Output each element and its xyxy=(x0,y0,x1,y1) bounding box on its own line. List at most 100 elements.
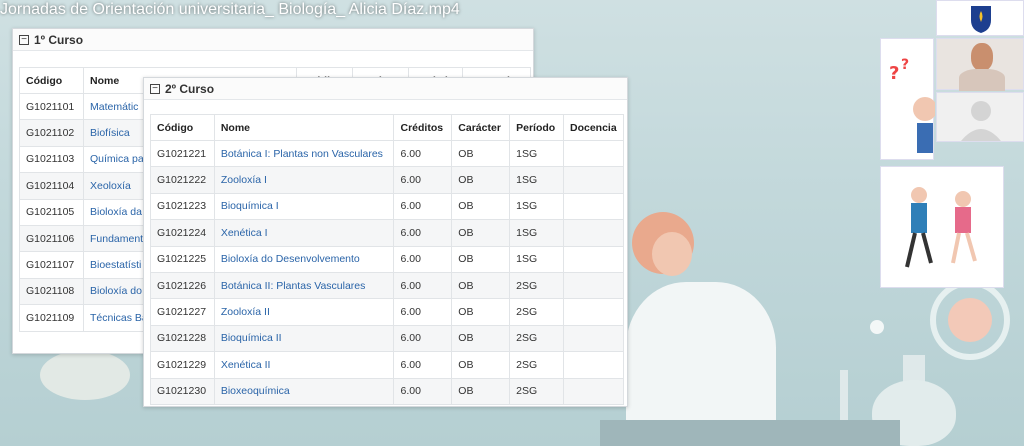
col-header-code: Código xyxy=(19,67,84,94)
cell-code: G1021229 xyxy=(150,351,215,379)
jumping-people-image xyxy=(880,166,1004,288)
course-panel-year2: − 2º Curso Código Nome Créditos Carácter… xyxy=(143,77,628,407)
table-row: G1021221 Botánica I: Plantas non Vascular… xyxy=(150,139,625,168)
cell-code: G1021221 xyxy=(150,139,215,168)
cell-credits: 6.00 xyxy=(393,192,453,221)
cell-code: G1021109 xyxy=(19,304,84,332)
subject-link[interactable]: Bioxeoquímica xyxy=(213,377,395,405)
cell-type: OB xyxy=(451,377,511,405)
decor-bench xyxy=(600,420,900,446)
subject-link[interactable]: Zooloxía II xyxy=(213,298,395,326)
cell-credits: 6.00 xyxy=(393,324,453,353)
col-header-name: Nome xyxy=(213,114,395,141)
cell-code: G1021106 xyxy=(19,224,84,253)
cell-credits: 6.00 xyxy=(393,377,453,405)
col-header-credits: Créditos xyxy=(393,114,453,141)
jumping-people-icon xyxy=(905,187,977,268)
course-table-year2: Código Nome Créditos Carácter Período Do… xyxy=(150,114,625,405)
subject-link[interactable]: Xenética I xyxy=(213,219,395,247)
cell-type: OB xyxy=(451,324,511,353)
subject-link[interactable]: Xenética II xyxy=(213,351,395,379)
cell-docencia xyxy=(562,245,625,273)
table-row: G1021223 Bioquímica I 6.00 OB 1SG xyxy=(150,192,625,221)
table-row: G1021227 Zooloxía II 6.00 OB 2SG xyxy=(150,298,625,326)
cell-credits: 6.00 xyxy=(393,139,453,168)
cell-period: 1SG xyxy=(509,139,564,168)
panel-title: 1º Curso xyxy=(34,32,84,47)
subject-link[interactable]: Botánica I: Plantas non Vasculares xyxy=(213,139,395,168)
cell-period: 2SG xyxy=(509,324,564,353)
cell-credits: 6.00 xyxy=(393,351,453,379)
cell-docencia xyxy=(562,139,625,168)
cell-period: 1SG xyxy=(509,166,564,194)
cell-type: OB xyxy=(451,245,511,273)
cell-type: OB xyxy=(451,271,511,300)
panel-title: 2º Curso xyxy=(165,81,215,96)
cell-code: G1021222 xyxy=(150,166,215,194)
cell-code: G1021108 xyxy=(19,277,84,306)
cell-docencia xyxy=(562,351,625,379)
cell-docencia xyxy=(562,166,625,194)
subject-link[interactable]: Bioquímica II xyxy=(213,324,395,353)
cell-period: 2SG xyxy=(509,377,564,405)
cell-credits: 6.00 xyxy=(393,219,453,247)
video-title: Jornadas de Orientación universitaria_ B… xyxy=(0,1,460,18)
table-row: G1021229 Xenética II 6.00 OB 2SG xyxy=(150,351,625,379)
table-row: G1021225 Bioloxía do Desenvolvemento 6.00 O… xyxy=(150,245,625,273)
svg-text:?: ? xyxy=(889,63,899,84)
cell-code: G1021223 xyxy=(150,192,215,221)
svg-text:?: ? xyxy=(901,57,909,73)
participant-head xyxy=(971,43,993,71)
question-marks-icon: ? ? xyxy=(889,57,937,153)
cell-credits: 6.00 xyxy=(393,271,453,300)
cell-code: G1021103 xyxy=(19,145,84,174)
cell-docencia xyxy=(562,298,625,326)
cell-type: OB xyxy=(451,139,511,168)
col-header-type: Carácter xyxy=(451,114,511,141)
col-header-code: Código xyxy=(150,114,215,141)
scientist-illustration-face xyxy=(652,232,692,276)
table-row: G1021222 Zooloxía I 6.00 OB 1SG xyxy=(150,166,625,194)
collapse-icon[interactable]: − xyxy=(19,34,29,45)
cell-period: 1SG xyxy=(509,245,564,273)
cell-credits: 6.00 xyxy=(393,166,453,194)
cell-credits: 6.00 xyxy=(393,298,453,326)
cell-code: G1021101 xyxy=(19,92,84,121)
cell-period: 2SG xyxy=(509,271,564,300)
cell-docencia xyxy=(562,271,625,300)
participant-body xyxy=(959,69,1005,91)
panel-header-year1[interactable]: − 1º Curso xyxy=(13,29,533,51)
col-header-period: Período xyxy=(509,114,564,141)
table-header-row: Código Nome Créditos Carácter Período Do… xyxy=(150,114,625,141)
table-row: G1021224 Xenética I 6.00 OB 1SG xyxy=(150,219,625,247)
subject-link[interactable]: Bioquímica I xyxy=(213,192,395,221)
decor-bubble xyxy=(948,298,992,342)
collapse-icon[interactable]: − xyxy=(150,83,160,94)
cell-type: OB xyxy=(451,219,511,247)
subject-link[interactable]: Zooloxía I xyxy=(213,166,395,194)
col-header-docencia: Docencia xyxy=(562,114,625,141)
cell-docencia xyxy=(562,324,625,353)
cell-code: G1021228 xyxy=(150,324,215,353)
cell-type: OB xyxy=(451,192,511,221)
cell-type: OB xyxy=(451,166,511,194)
subject-link[interactable]: Bioloxía do Desenvolvemento xyxy=(213,245,395,273)
table-row: G1021226 Botánica II: Plantas Vasculares 6… xyxy=(150,271,625,300)
cell-code: G1021107 xyxy=(19,251,84,279)
cell-period: 2SG xyxy=(509,298,564,326)
table-row: G1021230 Bioxeoquímica 6.00 OB 2SG xyxy=(150,377,625,405)
cell-type: OB xyxy=(451,298,511,326)
panel-header-year2[interactable]: − 2º Curso xyxy=(144,78,627,100)
cell-code: G1021227 xyxy=(150,298,215,326)
cell-docencia xyxy=(562,219,625,247)
decor-plant xyxy=(40,350,130,400)
cell-code: G1021230 xyxy=(150,377,215,405)
cell-period: 1SG xyxy=(509,192,564,221)
participant-tile-video xyxy=(936,38,1024,91)
decor-dot xyxy=(870,320,884,334)
participant-tile-avatar xyxy=(936,92,1024,142)
cell-credits: 6.00 xyxy=(393,245,453,273)
cell-type: OB xyxy=(451,351,511,379)
cell-code: G1021225 xyxy=(150,245,215,273)
subject-link[interactable]: Botánica II: Plantas Vasculares xyxy=(213,271,395,300)
